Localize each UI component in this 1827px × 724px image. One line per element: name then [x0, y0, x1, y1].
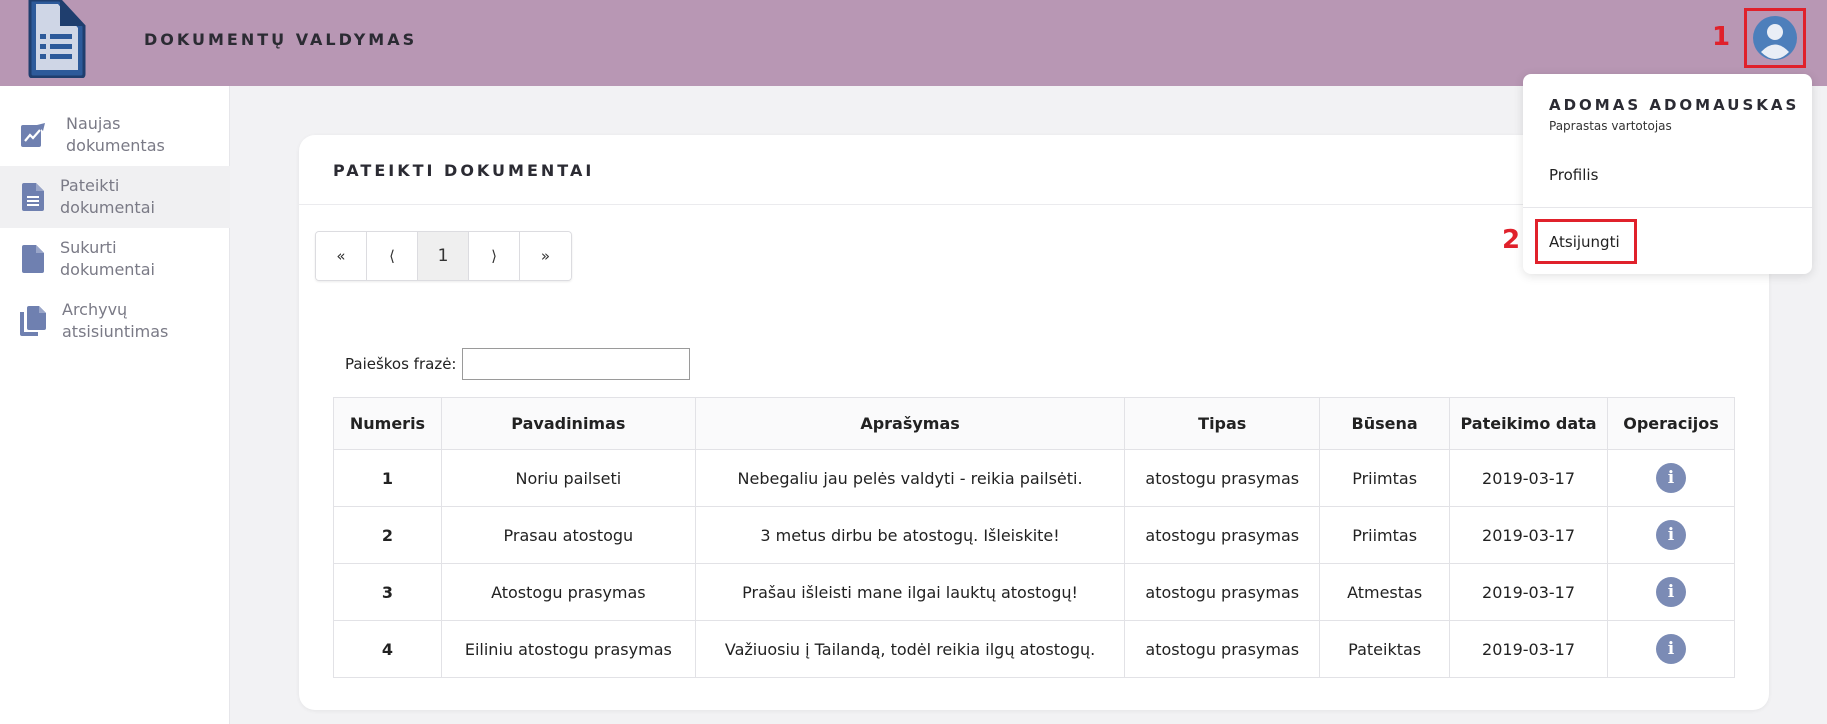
user-menu-button[interactable]: [1744, 8, 1806, 68]
menu-divider: [1523, 207, 1812, 208]
user-avatar-icon: [1753, 16, 1797, 60]
app-title: DOKUMENTŲ VALDYMAS: [144, 30, 418, 49]
sidebar-item-label: Naujas dokumentas: [66, 114, 165, 155]
cell-description: Nebegaliu jau pelės valdyti - reikia pai…: [694, 449, 1126, 507]
cell-operations: i: [1607, 620, 1735, 678]
table-row: 3 Atostogu prasymas Prašau išleisti mane…: [333, 563, 1735, 621]
cell-description: Važiuosiu į Tailandą, todėl reikia ilgų …: [694, 620, 1126, 678]
last-page-button[interactable]: »: [520, 232, 571, 280]
next-page-button[interactable]: ⟩: [469, 232, 520, 280]
search-input[interactable]: [462, 348, 691, 380]
current-page-button[interactable]: 1: [418, 232, 469, 280]
sidebar-item-label: Pateikti dokumentai: [60, 176, 155, 217]
file-icon: [18, 244, 48, 274]
column-header[interactable]: Aprašymas: [694, 397, 1126, 450]
cell-operations: i: [1607, 449, 1735, 507]
column-header[interactable]: Būsena: [1319, 397, 1451, 450]
cell-date: 2019-03-17: [1449, 449, 1608, 507]
column-header[interactable]: Tipas: [1124, 397, 1321, 450]
profile-menu-item[interactable]: Profilis: [1549, 166, 1598, 184]
cell-operations: i: [1607, 506, 1735, 564]
documents-table: Numeris Pavadinimas Aprašymas Tipas Būse…: [333, 397, 1735, 678]
cell-date: 2019-03-17: [1449, 506, 1608, 564]
cell-status: Pateiktas: [1319, 620, 1451, 678]
sidebar-item-created-documents[interactable]: Sukurti dokumentai: [0, 228, 230, 290]
cell-status: Priimtas: [1319, 506, 1451, 564]
cell-type: atostogu prasymas: [1124, 449, 1321, 507]
cell-operations: i: [1607, 563, 1735, 621]
search-bar: Paieškos frazė:: [345, 348, 691, 380]
user-dropdown-menu: ADOMAS ADOMAUSKAS Paprastas vartotojas P…: [1523, 74, 1812, 274]
table-row: 4 Eiliniu atostogu prasymas Važiuosiu į …: [333, 620, 1735, 678]
cell-date: 2019-03-17: [1449, 563, 1608, 621]
pagination: « ⟨ 1 ⟩ »: [315, 231, 572, 281]
cell-status: Atmestas: [1319, 563, 1451, 621]
cell-description: Prašau išleisti mane ilgai lauktų atosto…: [694, 563, 1126, 621]
info-icon[interactable]: i: [1656, 577, 1686, 607]
info-icon[interactable]: i: [1656, 463, 1686, 493]
info-icon[interactable]: i: [1656, 634, 1686, 664]
cell-name: Eiliniu atostogu prasymas: [440, 620, 696, 678]
cell-number: 4: [333, 620, 442, 678]
sidebar-item-label: Sukurti dokumentai: [60, 238, 155, 279]
cell-number: 3: [333, 563, 442, 621]
cell-name: Prasau atostogu: [440, 506, 696, 564]
logout-menu-item[interactable]: Atsijungti: [1535, 219, 1637, 264]
document-icon: [18, 182, 48, 212]
previous-page-button[interactable]: ⟨: [367, 232, 418, 280]
archive-copy-icon: [18, 306, 48, 336]
sidebar-item-new-document[interactable]: Naujas dokumentas: [0, 104, 230, 166]
first-page-button[interactable]: «: [316, 232, 367, 280]
new-document-icon: [18, 120, 48, 150]
user-role: Paprastas vartotojas: [1549, 119, 1672, 133]
sidebar: Naujas dokumentas Pateikti dokumentai Su…: [0, 86, 230, 724]
table-row: 1 Noriu pailseti Nebegaliu jau pelės val…: [333, 449, 1735, 507]
cell-type: atostogu prasymas: [1124, 506, 1321, 564]
cell-number: 2: [333, 506, 442, 564]
cell-date: 2019-03-17: [1449, 620, 1608, 678]
page-title: PATEIKTI DOKUMENTAI: [333, 161, 595, 180]
annotation-marker-1: 1: [1712, 22, 1731, 52]
sidebar-item-label: Archyvų atsisiuntimas: [62, 300, 169, 341]
column-header[interactable]: Pateikimo data: [1449, 397, 1608, 450]
cell-name: Atostogu prasymas: [440, 563, 696, 621]
cell-type: atostogu prasymas: [1124, 620, 1321, 678]
column-header: Operacijos: [1607, 397, 1735, 450]
cell-status: Priimtas: [1319, 449, 1451, 507]
search-label: Paieškos frazė:: [345, 355, 457, 373]
app-logo: [26, 0, 88, 79]
user-name: ADOMAS ADOMAUSKAS: [1549, 96, 1800, 114]
sidebar-item-archive-download[interactable]: Archyvų atsisiuntimas: [0, 290, 230, 352]
annotation-marker-2: 2: [1502, 225, 1521, 255]
cell-description: 3 metus dirbu be atostogų. Išleiskite!: [694, 506, 1126, 564]
table-header-row: Numeris Pavadinimas Aprašymas Tipas Būse…: [333, 397, 1735, 450]
table-row: 2 Prasau atostogu 3 metus dirbu be atost…: [333, 506, 1735, 564]
column-header[interactable]: Pavadinimas: [440, 397, 696, 450]
cell-number: 1: [333, 449, 442, 507]
column-header[interactable]: Numeris: [333, 397, 442, 450]
cell-type: atostogu prasymas: [1124, 563, 1321, 621]
cell-name: Noriu pailseti: [440, 449, 696, 507]
sidebar-item-submitted-documents[interactable]: Pateikti dokumentai: [0, 166, 230, 228]
info-icon[interactable]: i: [1656, 520, 1686, 550]
